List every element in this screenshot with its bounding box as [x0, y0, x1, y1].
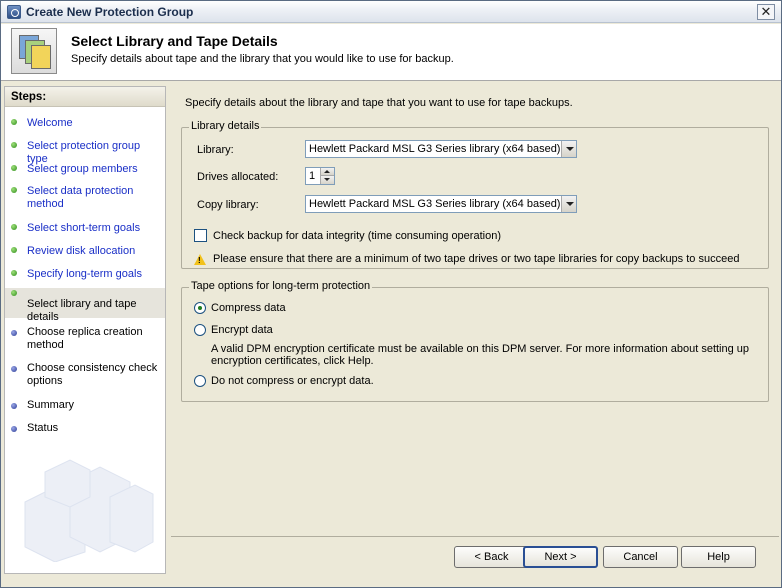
- step-label: Status: [27, 422, 59, 434]
- help-button[interactable]: Help: [681, 546, 756, 568]
- completed-dot-icon: [11, 247, 17, 253]
- library-label: Library:: [197, 144, 234, 156]
- drives-allocated-label: Drives allocated:: [197, 171, 279, 183]
- tape-options-legend: Tape options for long-term protection: [189, 280, 373, 292]
- step-summary: Summary: [5, 399, 165, 415]
- drives-allocated-value: 1: [309, 170, 316, 182]
- compress-data-radio[interactable]: [194, 302, 206, 314]
- step-select-data-protection-method[interactable]: Select data protection method: [5, 185, 165, 213]
- back-button[interactable]: < Back: [454, 546, 529, 568]
- library-dropdown[interactable]: Hewlett Packard MSL G3 Series library (x…: [305, 140, 577, 158]
- step-label: Summary: [27, 399, 75, 411]
- next-button[interactable]: Next >: [523, 546, 598, 568]
- page-title: Select Library and Tape Details: [71, 33, 278, 49]
- close-button[interactable]: ✕: [757, 4, 775, 20]
- copy-library-dropdown-value: Hewlett Packard MSL G3 Series library (x…: [309, 198, 561, 210]
- completed-dot-icon: [11, 142, 17, 148]
- window-title: Create New Protection Group: [26, 5, 194, 19]
- step-choose-consistency-check-options: Choose consistency check options: [5, 362, 165, 390]
- servers-watermark-icon: [24, 459, 154, 562]
- step-select-protection-group-type[interactable]: Select protection group type: [5, 140, 165, 165]
- step-label: Select library and tape details: [27, 298, 137, 323]
- step-choose-replica-creation-method: Choose replica creation method: [5, 326, 165, 354]
- footer-divider: [171, 536, 779, 537]
- warning-text: Please ensure that there are a minimum o…: [213, 253, 740, 265]
- completed-dot-icon: [11, 270, 17, 276]
- pending-dot-icon: [11, 330, 17, 336]
- step-review-disk-allocation[interactable]: Review disk allocation: [5, 245, 165, 261]
- completed-dot-icon: [11, 187, 17, 193]
- dpm-app-icon: [7, 5, 21, 19]
- copy-library-dropdown[interactable]: Hewlett Packard MSL G3 Series library (x…: [305, 195, 577, 213]
- step-welcome[interactable]: Welcome: [5, 117, 165, 133]
- step-label: Choose consistency check options: [27, 362, 158, 387]
- pending-dot-icon: [11, 403, 17, 409]
- tape-options-group: Tape options for long-term protection Co…: [181, 280, 769, 402]
- stepper-down-icon[interactable]: [320, 176, 334, 184]
- intro-text: Specify details about the library and ta…: [185, 97, 573, 109]
- step-label: Choose replica creation method: [27, 326, 143, 351]
- encrypt-data-radio[interactable]: [194, 324, 206, 336]
- pending-dot-icon: [11, 426, 17, 432]
- no-compress-encrypt-radio[interactable]: [194, 375, 206, 387]
- step-specify-long-term-goals[interactable]: Specify long-term goals: [5, 268, 165, 284]
- encrypt-data-label[interactable]: Encrypt data: [211, 324, 273, 337]
- tape-library-icon: [11, 28, 57, 74]
- page-subtitle: Specify details about tape and the libra…: [71, 53, 454, 65]
- title-bar: Create New Protection Group ✕: [1, 1, 781, 23]
- step-label: Welcome: [27, 117, 73, 129]
- pending-dot-icon: [11, 366, 17, 372]
- chevron-down-icon: [561, 196, 576, 212]
- step-select-library-and-tape-details: Select library and tape details: [5, 288, 165, 323]
- library-details-group: Library details Library: Hewlett Packard…: [181, 120, 769, 269]
- step-label: Select data protection method: [27, 185, 134, 210]
- content-panel: Specify details about the library and ta…: [171, 86, 779, 536]
- step-label: Select short-term goals: [27, 222, 141, 234]
- chevron-down-icon: [561, 141, 576, 157]
- warning-icon: !: [194, 254, 206, 265]
- step-label: Review disk allocation: [27, 245, 136, 257]
- compress-data-label[interactable]: Compress data: [211, 302, 286, 315]
- completed-dot-icon: [11, 165, 17, 171]
- step-label: Select group members: [27, 163, 138, 175]
- step-select-group-members[interactable]: Select group members: [5, 163, 165, 179]
- completed-dot-icon: [11, 119, 17, 125]
- completed-dot-icon: [11, 224, 17, 230]
- copy-library-label: Copy library:: [197, 199, 259, 211]
- steps-panel: Steps: Welcome Select protection group t…: [4, 86, 166, 574]
- cancel-button[interactable]: Cancel: [603, 546, 678, 568]
- step-status: Status: [5, 422, 165, 438]
- check-backup-label[interactable]: Check backup for data integrity (time co…: [213, 230, 501, 243]
- steps-heading: Steps:: [5, 87, 165, 107]
- library-details-legend: Library details: [189, 120, 262, 132]
- step-select-short-term-goals[interactable]: Select short-term goals: [5, 222, 165, 238]
- drives-allocated-stepper[interactable]: 1: [305, 167, 335, 185]
- encrypt-note-line-2: encryption certificates, click Help.: [211, 355, 374, 367]
- close-icon: ✕: [760, 4, 772, 19]
- current-dot-icon: [11, 290, 17, 296]
- wizard-window: Create New Protection Group ✕ Select Lib…: [0, 0, 782, 588]
- check-backup-checkbox[interactable]: [194, 229, 207, 242]
- stepper-up-icon[interactable]: [320, 168, 334, 176]
- no-compress-encrypt-label[interactable]: Do not compress or encrypt data.: [211, 375, 374, 388]
- library-dropdown-value: Hewlett Packard MSL G3 Series library (x…: [309, 143, 561, 155]
- wizard-header: Select Library and Tape Details Specify …: [1, 24, 781, 81]
- step-label: Specify long-term goals: [27, 268, 142, 280]
